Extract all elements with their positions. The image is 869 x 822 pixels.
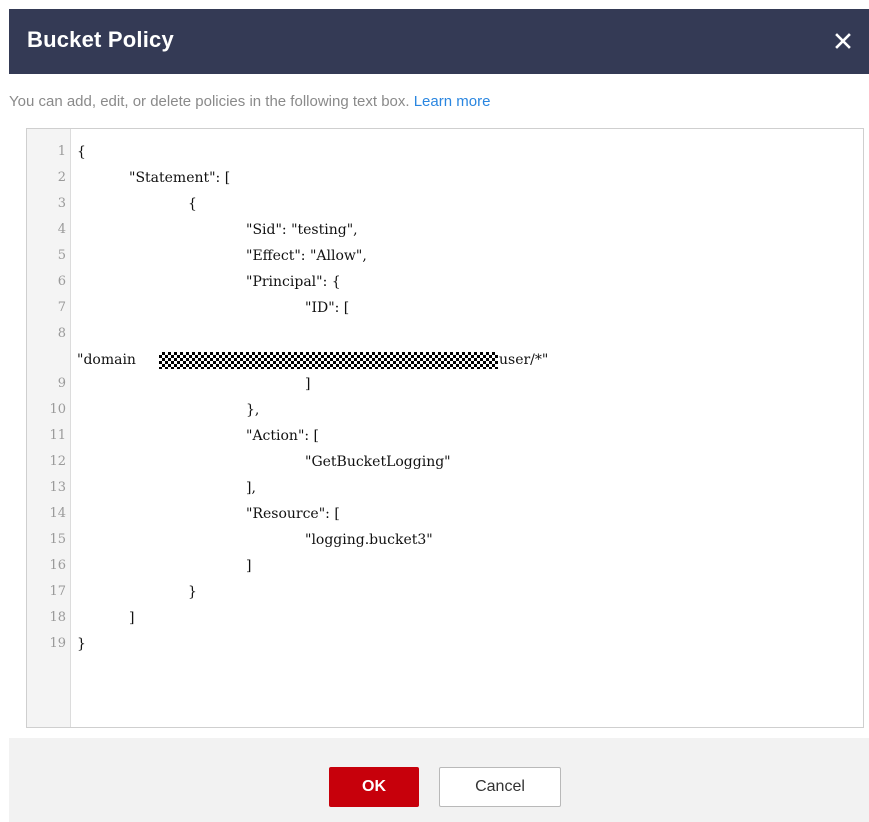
line-number: 14	[49, 506, 66, 521]
code-line: "logging.bucket3"	[305, 532, 433, 548]
code-line: {	[188, 196, 197, 212]
bucket-policy-dialog: Bucket Policy You can add, edit, or dele…	[0, 0, 869, 822]
code-line: "GetBucketLogging"	[305, 454, 451, 470]
line-number: 8	[57, 326, 66, 341]
line-number: 17	[49, 584, 66, 599]
code-line: "Statement": [	[129, 170, 231, 186]
code-line: ]	[129, 610, 135, 626]
code-line: {	[77, 144, 86, 160]
code-line: ],	[246, 480, 256, 496]
code-line: "Principal": {	[246, 274, 341, 290]
line-number: 16	[49, 558, 66, 573]
description-text: You can add, edit, or delete policies in…	[9, 93, 410, 110]
line-number: 6	[57, 274, 66, 289]
dialog-header: Bucket Policy	[9, 9, 869, 74]
redacted-account-id	[159, 352, 498, 369]
line-number: 1	[57, 144, 66, 159]
line-number: 18	[49, 610, 66, 625]
close-icon[interactable]	[831, 29, 855, 53]
code-line: "Action": [	[246, 428, 320, 444]
line-number: 4	[57, 222, 66, 237]
code-line-domain-prefix: "domain	[77, 352, 136, 368]
line-number-gutter: 1 2 3 4 5 6 7 8 9 10 11 12 13 14 15 16 1…	[27, 129, 71, 727]
line-number: 12	[49, 454, 66, 469]
code-line: ]	[305, 376, 311, 392]
code-line: }	[77, 636, 86, 652]
code-line: }	[188, 584, 197, 600]
policy-editor[interactable]: 1 2 3 4 5 6 7 8 9 10 11 12 13 14 15 16 1…	[26, 128, 864, 728]
dialog-description: You can add, edit, or delete policies in…	[9, 93, 490, 110]
code-line: },	[246, 402, 260, 418]
line-number: 5	[57, 248, 66, 263]
code-line-domain-suffix: user/*"	[499, 352, 549, 368]
ok-button[interactable]: OK	[329, 767, 419, 807]
line-number: 10	[49, 402, 66, 417]
line-number: 19	[49, 636, 66, 651]
line-number: 13	[49, 480, 66, 495]
line-number: 7	[57, 300, 66, 315]
cancel-button[interactable]: Cancel	[439, 767, 561, 807]
line-number: 9	[57, 376, 66, 391]
dialog-title: Bucket Policy	[27, 27, 174, 52]
dialog-footer: OK Cancel	[9, 738, 869, 822]
learn-more-link[interactable]: Learn more	[414, 93, 491, 110]
code-line: "ID": [	[305, 300, 350, 316]
code-line: "Resource": [	[246, 506, 340, 522]
line-number: 11	[49, 428, 66, 443]
code-line: "Sid": "testing",	[246, 222, 358, 238]
line-number: 3	[57, 196, 66, 211]
code-line: "Effect": "Allow",	[246, 248, 367, 264]
line-number: 15	[49, 532, 66, 547]
line-number: 2	[57, 170, 66, 185]
code-line: ]	[246, 558, 252, 574]
